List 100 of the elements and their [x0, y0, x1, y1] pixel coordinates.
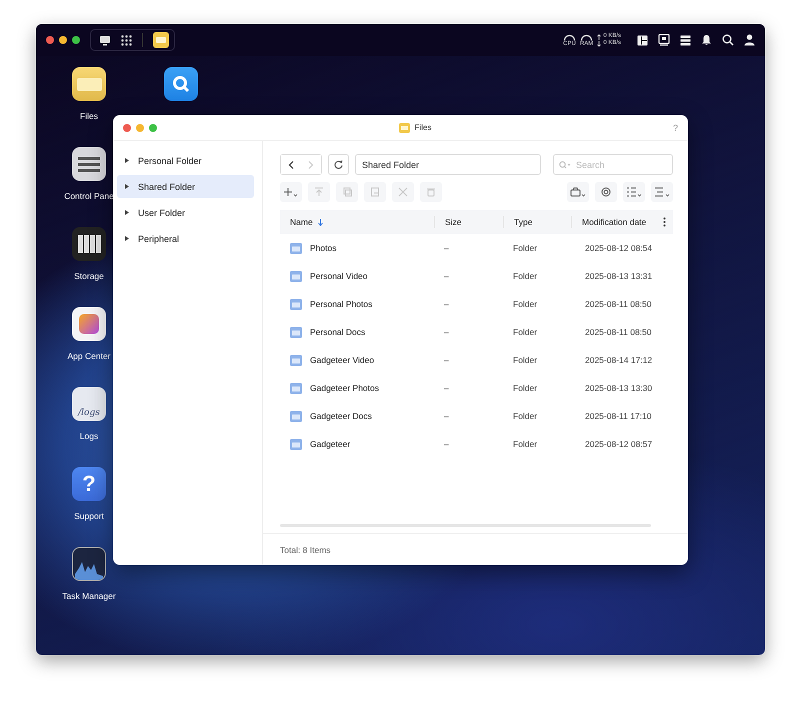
app-label[interactable]: Support — [74, 511, 104, 521]
file-name: Personal Docs — [310, 327, 366, 337]
list-view-icon[interactable] — [623, 182, 645, 202]
sort-icon[interactable] — [651, 182, 673, 202]
path-field[interactable]: Shared Folder — [355, 154, 541, 175]
modification-date: 2025-08-11 17:10 — [585, 411, 652, 421]
column-header[interactable]: Size — [445, 217, 462, 227]
folder-icon[interactable] — [153, 32, 169, 48]
file-type: Folder — [513, 355, 538, 365]
chevron-left-icon — [288, 160, 294, 168]
table-row[interactable]: Gadgeteer – Folder 2025-08-12 08:57 — [280, 430, 673, 458]
modification-date: 2025-08-11 08:50 — [585, 299, 652, 309]
close-icon[interactable] — [123, 124, 131, 132]
file-name: Gadgeteer Docs — [310, 411, 372, 421]
file-size: – — [444, 439, 449, 449]
refresh-icon — [334, 160, 343, 169]
folder-icon[interactable] — [72, 67, 106, 101]
sidebar-item[interactable]: Peripheral — [117, 227, 254, 250]
search-icon[interactable] — [722, 34, 734, 46]
file-size: – — [444, 243, 449, 253]
modification-date: 2025-08-12 08:54 — [585, 243, 652, 253]
maximize-icon[interactable] — [72, 36, 80, 44]
sidebar-item[interactable]: Personal Folder — [117, 149, 254, 172]
table-row[interactable]: Personal Docs – Folder 2025-08-11 08:50 — [280, 318, 673, 346]
table-row[interactable]: Photos – Folder 2025-08-12 08:54 — [280, 234, 673, 262]
file-name: Photos — [310, 243, 336, 253]
folder-icon — [290, 326, 302, 338]
folder-icon — [290, 410, 302, 422]
table-row[interactable]: Gadgeteer Video – Folder 2025-08-14 17:12 — [280, 346, 673, 374]
close-icon[interactable] — [46, 36, 54, 44]
app-label[interactable]: App Center — [68, 351, 110, 361]
file-type: Folder — [513, 327, 538, 337]
desktop-icon[interactable] — [99, 34, 111, 46]
file-type: Folder — [513, 383, 538, 393]
file-name: Personal Video — [310, 271, 368, 281]
app-label[interactable]: Storage — [74, 271, 104, 281]
file-name: Personal Photos — [310, 299, 372, 309]
file-size: – — [444, 411, 449, 421]
app-label[interactable]: Control Pane — [64, 191, 114, 201]
file-type: Folder — [513, 439, 538, 449]
refresh-button[interactable] — [328, 154, 349, 175]
search-field[interactable]: Search — [553, 154, 673, 175]
up-arrow-icon — [597, 34, 602, 40]
file-name: Gadgeteer Photos — [310, 383, 379, 393]
status-text: Total: 8 Items — [280, 544, 331, 554]
file-size: – — [444, 271, 449, 281]
sidebar-item[interactable]: User Folder — [117, 201, 254, 224]
folder-icon — [290, 382, 302, 394]
folder-icon — [290, 438, 302, 450]
file-type: Folder — [513, 411, 538, 421]
modification-date: 2025-08-14 17:12 — [585, 355, 652, 365]
target-icon[interactable] — [595, 182, 617, 202]
folder-icon — [398, 122, 410, 132]
panel-icon[interactable] — [637, 34, 648, 46]
drive-bay-icon[interactable] — [72, 227, 106, 261]
table-row[interactable]: Gadgeteer Photos – Folder 2025-08-13 13:30 — [280, 374, 673, 402]
table-row[interactable]: Personal Video – Folder 2025-08-13 13:31 — [280, 262, 673, 290]
expand-arrow-icon[interactable] — [125, 210, 129, 215]
folder-icon — [290, 354, 302, 366]
grid-icon[interactable] — [121, 34, 132, 46]
modification-date: 2025-08-11 08:50 — [585, 327, 652, 337]
drive-icon[interactable] — [567, 182, 589, 202]
notification-icon[interactable] — [701, 34, 712, 46]
modification-date: 2025-08-13 13:31 — [585, 271, 652, 281]
app-label[interactable]: Logs — [80, 431, 98, 441]
window-title: Files — [414, 123, 432, 132]
modification-date: 2025-08-12 08:57 — [585, 439, 652, 449]
expand-arrow-icon[interactable] — [125, 158, 129, 163]
chart-icon[interactable] — [72, 547, 106, 581]
down-arrow-icon — [597, 40, 602, 46]
minimize-icon[interactable] — [59, 36, 67, 44]
modification-date: 2025-08-13 13:30 — [585, 383, 652, 393]
chevron-right-icon — [308, 160, 314, 168]
search-icon — [559, 161, 571, 169]
file-name: Gadgeteer Video — [310, 355, 374, 365]
add-icon[interactable] — [280, 182, 302, 202]
file-size: – — [444, 383, 449, 393]
monitor-icon[interactable] — [658, 34, 670, 46]
expand-arrow-icon[interactable] — [125, 236, 129, 241]
document-icon[interactable]: /logs — [72, 387, 106, 421]
question-icon[interactable]: ? — [72, 467, 106, 501]
gauge-icon — [580, 32, 594, 40]
table-row[interactable]: Personal Photos – Folder 2025-08-11 08:50 — [280, 290, 673, 318]
app-label[interactable]: Task Manager — [62, 591, 116, 601]
app-label[interactable]: Files — [80, 111, 98, 121]
sidebar-item[interactable]: Shared Folder — [117, 175, 254, 198]
file-size: – — [444, 355, 449, 365]
file-type: Folder — [513, 271, 538, 281]
column-header[interactable]: Modification date — [582, 217, 646, 227]
sort-arrow-icon — [318, 218, 323, 226]
column-header[interactable]: Type — [514, 217, 532, 227]
folder-icon — [290, 242, 302, 254]
table-row[interactable]: Gadgeteer Docs – Folder 2025-08-11 17:10 — [280, 402, 673, 430]
user-icon[interactable] — [744, 34, 755, 46]
expand-arrow-icon[interactable] — [125, 184, 129, 189]
folder-icon — [290, 270, 302, 282]
magnifier-icon[interactable] — [164, 67, 198, 101]
more-icon[interactable] — [663, 217, 666, 227]
gauge-icon — [562, 32, 576, 40]
column-header[interactable]: Name — [290, 217, 323, 227]
